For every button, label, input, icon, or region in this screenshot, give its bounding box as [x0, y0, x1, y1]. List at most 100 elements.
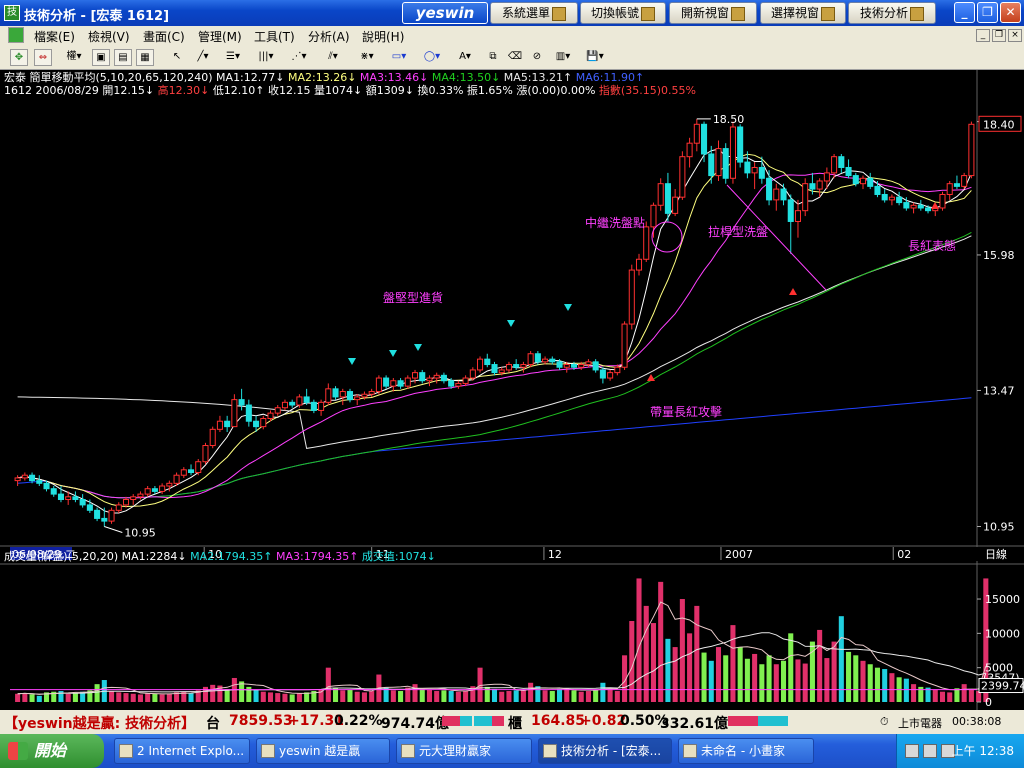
- volume-bar: [947, 692, 953, 702]
- layout-icon[interactable]: ▦: [136, 49, 154, 66]
- move-icon[interactable]: ✥: [10, 49, 28, 66]
- adjust-dropdown[interactable]: 權▾: [60, 49, 88, 66]
- volume-bar: [15, 693, 21, 702]
- select-window-button[interactable]: 選擇視窗: [760, 2, 846, 24]
- technical-analysis-button[interactable]: 技術分析: [848, 2, 936, 24]
- volume-bar: [846, 651, 852, 702]
- menu-help[interactable]: 說明(H): [362, 28, 404, 45]
- task-internet-explorer[interactable]: 2 Internet Explo...: [114, 738, 250, 764]
- price-volume-chart[interactable]: 宏泰 簡單移動平均(5,10,20,65,120,240) MA1:12.77↓…: [0, 70, 1024, 710]
- x-tick-label: 02: [897, 548, 911, 561]
- ma6-line: [17, 397, 972, 499]
- mdi-close-icon[interactable]: ×: [1008, 29, 1022, 42]
- quote-field-5: 量1074↓: [314, 84, 366, 97]
- candle-body: [961, 175, 968, 187]
- task-technical-analysis[interactable]: 技術分析 - [宏泰...: [538, 738, 672, 764]
- chart-area[interactable]: 宏泰 簡單移動平均(5,10,20,65,120,240) MA1:12.77↓…: [0, 70, 1024, 710]
- eraser-icon[interactable]: ⌫: [506, 49, 524, 66]
- candle-body: [346, 391, 354, 401]
- menu-tools[interactable]: 工具(T): [254, 28, 295, 45]
- candle-body: [701, 123, 708, 155]
- candle-body: [173, 474, 180, 484]
- volume-bar: [759, 664, 765, 702]
- zoom-icon[interactable]: ▣: [92, 49, 110, 66]
- select-window-icon: [821, 6, 835, 21]
- volume-bar: [694, 605, 700, 702]
- parallel-tool-icon[interactable]: ⋇▾: [354, 49, 380, 66]
- technical-analysis-label: 技術分析: [859, 6, 908, 20]
- hline-tool-icon[interactable]: ☰▾: [220, 49, 246, 66]
- candle-body: [607, 372, 614, 379]
- line-tool-icon[interactable]: ╱▾: [190, 49, 216, 66]
- volume-bar: [325, 667, 331, 702]
- volume-bar: [968, 688, 974, 702]
- new-window-button[interactable]: 開新視窗: [669, 2, 757, 24]
- menu-screen[interactable]: 畫面(C): [143, 28, 185, 45]
- color-icon[interactable]: ▥▾: [550, 49, 576, 66]
- switch-account-button[interactable]: 切換帳號: [580, 2, 666, 24]
- candle-body: [968, 123, 975, 177]
- candle-body: [440, 374, 447, 382]
- system-menu-icon: [552, 6, 566, 21]
- tai-pct: 0.22%: [334, 713, 383, 729]
- mdi-minimize-icon[interactable]: _: [976, 29, 990, 42]
- rectangle-tool-icon[interactable]: ▭▾: [386, 49, 412, 66]
- tai-bar-icon: [442, 716, 472, 726]
- task-paint[interactable]: 未命名 - 小畫家: [678, 738, 814, 764]
- quote-line-text: 1612 2006/08/29 開12.15↓ 高12.30↓ 低12.10↑ …: [4, 83, 696, 97]
- candle-body: [21, 474, 28, 479]
- channel-tool-icon[interactable]: ⫽▾: [320, 49, 346, 66]
- candle-body: [585, 361, 592, 366]
- candle-body: [455, 382, 462, 387]
- x-tick-label: 2007: [725, 548, 753, 561]
- pointer-icon[interactable]: ↖: [168, 49, 186, 66]
- volume-bar: [123, 693, 129, 702]
- taskbar-clock: 上午 12:38: [951, 744, 1014, 758]
- minimize-icon[interactable]: _: [954, 2, 975, 23]
- arrows-icon[interactable]: ⇔: [34, 49, 52, 66]
- candle-body: [505, 364, 512, 371]
- candle-body: [693, 123, 700, 144]
- tray-icon-1[interactable]: [905, 744, 919, 758]
- ellipse-tool-icon[interactable]: ◯▾: [418, 49, 446, 66]
- quote-field-6: 額1309↓: [366, 84, 418, 97]
- start-button[interactable]: 開始: [0, 734, 104, 768]
- volume-bar: [528, 682, 534, 702]
- candle-body: [122, 499, 130, 506]
- current-price-label: 18.40: [983, 118, 1015, 131]
- menu-manage[interactable]: 管理(M): [198, 28, 242, 45]
- mdi-restore-icon[interactable]: ❐: [992, 29, 1006, 42]
- system-menu-button[interactable]: 系統選單: [490, 2, 578, 24]
- menu-analysis[interactable]: 分析(A): [308, 28, 350, 45]
- candle-body: [563, 364, 570, 368]
- candle-body: [310, 401, 317, 411]
- close-icon[interactable]: ✕: [1000, 2, 1021, 23]
- save-icon[interactable]: 💾▾: [582, 49, 608, 66]
- menu-file[interactable]: 檔案(E): [34, 28, 75, 45]
- candle-body: [910, 204, 917, 209]
- delete-icon[interactable]: ⊘: [528, 49, 546, 66]
- tray-icon-2[interactable]: [923, 744, 937, 758]
- menu-view[interactable]: 檢視(V): [88, 28, 130, 45]
- candle-body: [766, 177, 773, 201]
- volume-bar: [441, 690, 447, 702]
- task-yuanta[interactable]: 元大理財贏家: [396, 738, 532, 764]
- view-icon[interactable]: ▤: [114, 49, 132, 66]
- candle-body: [296, 396, 303, 406]
- candle-body: [823, 172, 830, 182]
- status-time: 00:38:08: [952, 715, 1002, 728]
- volume-bar: [361, 692, 367, 702]
- down-arrow-icon: [564, 304, 572, 311]
- task-yeswin[interactable]: yeswin 越是贏: [256, 738, 390, 764]
- fan-tool-icon[interactable]: ⋰▾: [286, 49, 312, 66]
- volume-bar: [687, 633, 693, 702]
- candle-body: [86, 504, 93, 511]
- low-label: 10.95: [124, 527, 156, 540]
- gui-bar-icon: [728, 716, 788, 726]
- vline-tool-icon[interactable]: |||▾: [252, 49, 280, 66]
- text-tool-icon[interactable]: A▾: [452, 49, 478, 66]
- candle-body: [390, 380, 397, 387]
- candle-body: [354, 396, 361, 401]
- copy-icon[interactable]: ⧉: [484, 49, 502, 66]
- restore-icon[interactable]: ❐: [977, 2, 998, 23]
